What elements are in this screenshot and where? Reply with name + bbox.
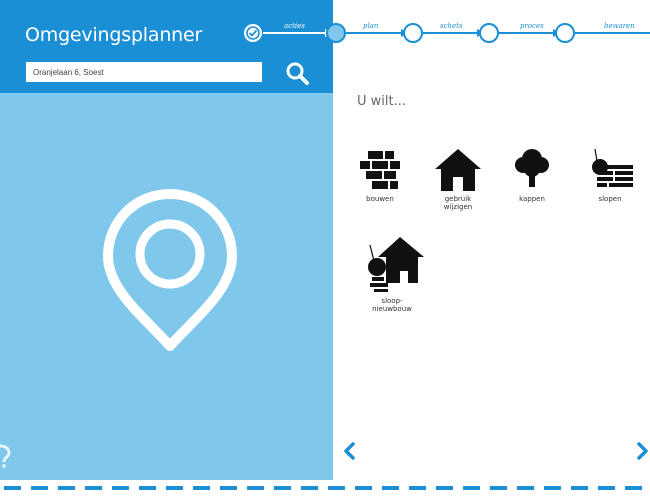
step-circle-proces[interactable] [479, 23, 499, 43]
step-circle-bewaren[interactable] [555, 23, 575, 43]
option-kappen[interactable]: kappen [502, 147, 562, 203]
option-label: bouwen [366, 195, 394, 203]
step-label-proces[interactable]: proces [520, 22, 544, 30]
option-label: sloop- nieuwbouw [372, 297, 412, 313]
chevron-left-icon[interactable] [342, 441, 356, 461]
chevron-right-icon[interactable] [636, 441, 650, 461]
option-label: gebruik wijzigen [443, 195, 473, 211]
step-progress [244, 23, 650, 43]
address-input[interactable] [26, 62, 262, 82]
option-slopen[interactable]: slopen [580, 147, 640, 203]
step-label-bewaren[interactable]: bewaren [604, 22, 635, 30]
step-circle-schets[interactable] [403, 23, 423, 43]
help-icon[interactable] [0, 440, 14, 468]
option-bouwen[interactable]: bouwen [350, 147, 410, 203]
step-label-schets[interactable]: schets [440, 22, 463, 30]
option-gebruik-wijzigen[interactable]: gebruik wijzigen [428, 147, 488, 211]
wrecking-ball-house-icon [368, 237, 424, 292]
search-icon[interactable] [284, 60, 310, 86]
step-circle-plan[interactable] [326, 23, 346, 43]
dashed-divider [4, 486, 650, 490]
option-label: slopen [598, 195, 622, 203]
wrecking-ball-wall-icon [592, 148, 633, 187]
option-sloop-nieuwbouw[interactable]: sloop- nieuwbouw [362, 233, 424, 313]
option-label: kappen [519, 195, 545, 203]
step-label-acties[interactable]: acties [284, 22, 305, 30]
step-circle-acties[interactable] [244, 24, 262, 42]
bricks-icon [360, 151, 400, 189]
prompt-heading: U wilt... [357, 94, 406, 109]
house-icon [435, 149, 481, 191]
tree-icon [515, 149, 549, 187]
location-pin-icon [103, 189, 237, 351]
step-label-plan[interactable]: plan [363, 22, 378, 30]
